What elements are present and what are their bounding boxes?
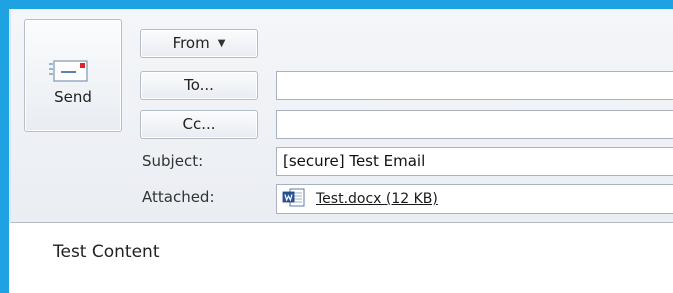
send-button-label: Send <box>54 88 92 106</box>
cc-button-label: Cc... <box>182 115 216 133</box>
message-body-text: Test Content <box>53 242 160 262</box>
attachment-link[interactable]: Test.docx (12 KB) <box>316 191 438 207</box>
envelope-send-icon <box>49 60 88 82</box>
send-button[interactable]: Send <box>24 19 122 132</box>
to-button[interactable]: To... <box>140 71 258 100</box>
chevron-down-icon: ▼ <box>217 38 226 49</box>
subject-label: Subject: <box>142 152 204 170</box>
cc-button[interactable]: Cc... <box>140 110 258 139</box>
from-button[interactable]: From ▼ <box>140 29 258 58</box>
cc-field[interactable] <box>276 110 673 139</box>
attached-label: Attached: <box>142 188 215 206</box>
to-button-label: To... <box>184 76 214 94</box>
word-document-icon <box>282 188 305 207</box>
from-button-label: From <box>172 34 210 52</box>
to-field[interactable] <box>276 71 673 100</box>
message-body[interactable]: Test Content <box>9 223 673 293</box>
subject-field[interactable]: [secure] Test Email <box>276 147 673 176</box>
